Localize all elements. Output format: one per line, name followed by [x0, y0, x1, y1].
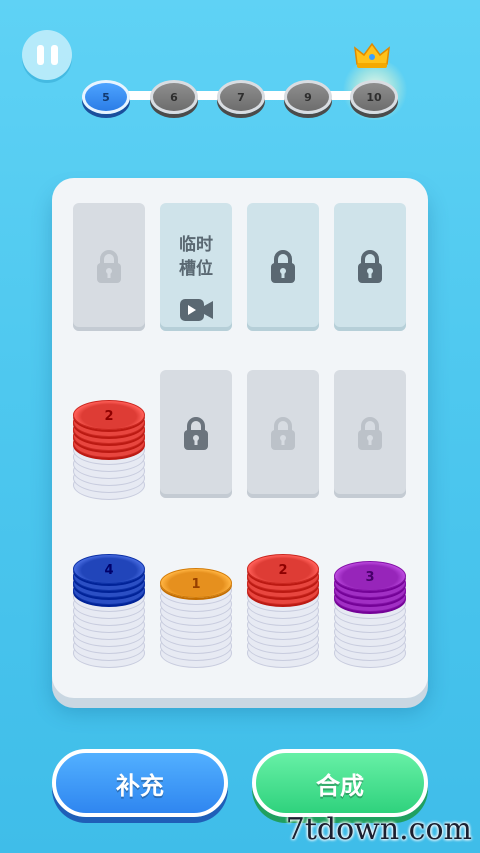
supply-button-label: 补充 — [116, 771, 164, 800]
chip-stack-top[interactable]: 1 — [160, 568, 232, 598]
locked-slot[interactable] — [247, 203, 319, 331]
level-node: 7 — [217, 80, 265, 114]
pause-bar-right — [50, 45, 58, 65]
chip-number: 2 — [104, 408, 114, 424]
chip-number: 3 — [365, 569, 375, 585]
lock-icon — [271, 250, 295, 283]
locked-slot[interactable] — [334, 370, 406, 498]
locked-slot[interactable] — [73, 203, 145, 331]
lock-icon — [271, 417, 295, 450]
locked-slot[interactable] — [247, 370, 319, 498]
chip-stack-top[interactable]: 2 — [73, 400, 145, 430]
locked-slot[interactable] — [334, 203, 406, 331]
crown-icon — [354, 42, 390, 68]
supply-button[interactable]: 补充 — [52, 749, 228, 817]
corner-logo — [4, 4, 44, 22]
level-node: 6 — [150, 80, 198, 114]
chip-stack-top[interactable]: 3 — [334, 561, 406, 591]
lock-icon — [184, 417, 208, 450]
pause-bar-left — [36, 45, 44, 65]
chip-number: 1 — [191, 576, 201, 592]
merge-button-label: 合成 — [316, 771, 364, 800]
chip-stack-top[interactable]: 4 — [73, 554, 145, 584]
chip-number: 2 — [278, 562, 288, 578]
video-ad-icon[interactable] — [179, 296, 215, 324]
pause-button[interactable] — [22, 30, 72, 80]
lock-icon — [358, 417, 382, 450]
level-node-current: 5 — [82, 80, 130, 114]
merge-button[interactable]: 合成 — [252, 749, 428, 817]
game-board: 临时 槽位 2 4 1 2 3 — [52, 178, 428, 698]
chip-number: 4 — [104, 562, 114, 578]
locked-slot[interactable] — [160, 370, 232, 498]
level-node-final: 10 — [350, 80, 398, 114]
level-node: 9 — [284, 80, 332, 114]
chip-stack-top[interactable]: 2 — [247, 554, 319, 584]
temp-slot-label: 临时 槽位 — [179, 235, 213, 279]
lock-icon — [358, 250, 382, 283]
level-progress: 5 6 7 9 10 — [82, 76, 398, 116]
lock-icon — [97, 250, 121, 283]
temp-slot[interactable]: 临时 槽位 — [160, 203, 232, 331]
watermark: 7tdown.com — [285, 812, 472, 847]
